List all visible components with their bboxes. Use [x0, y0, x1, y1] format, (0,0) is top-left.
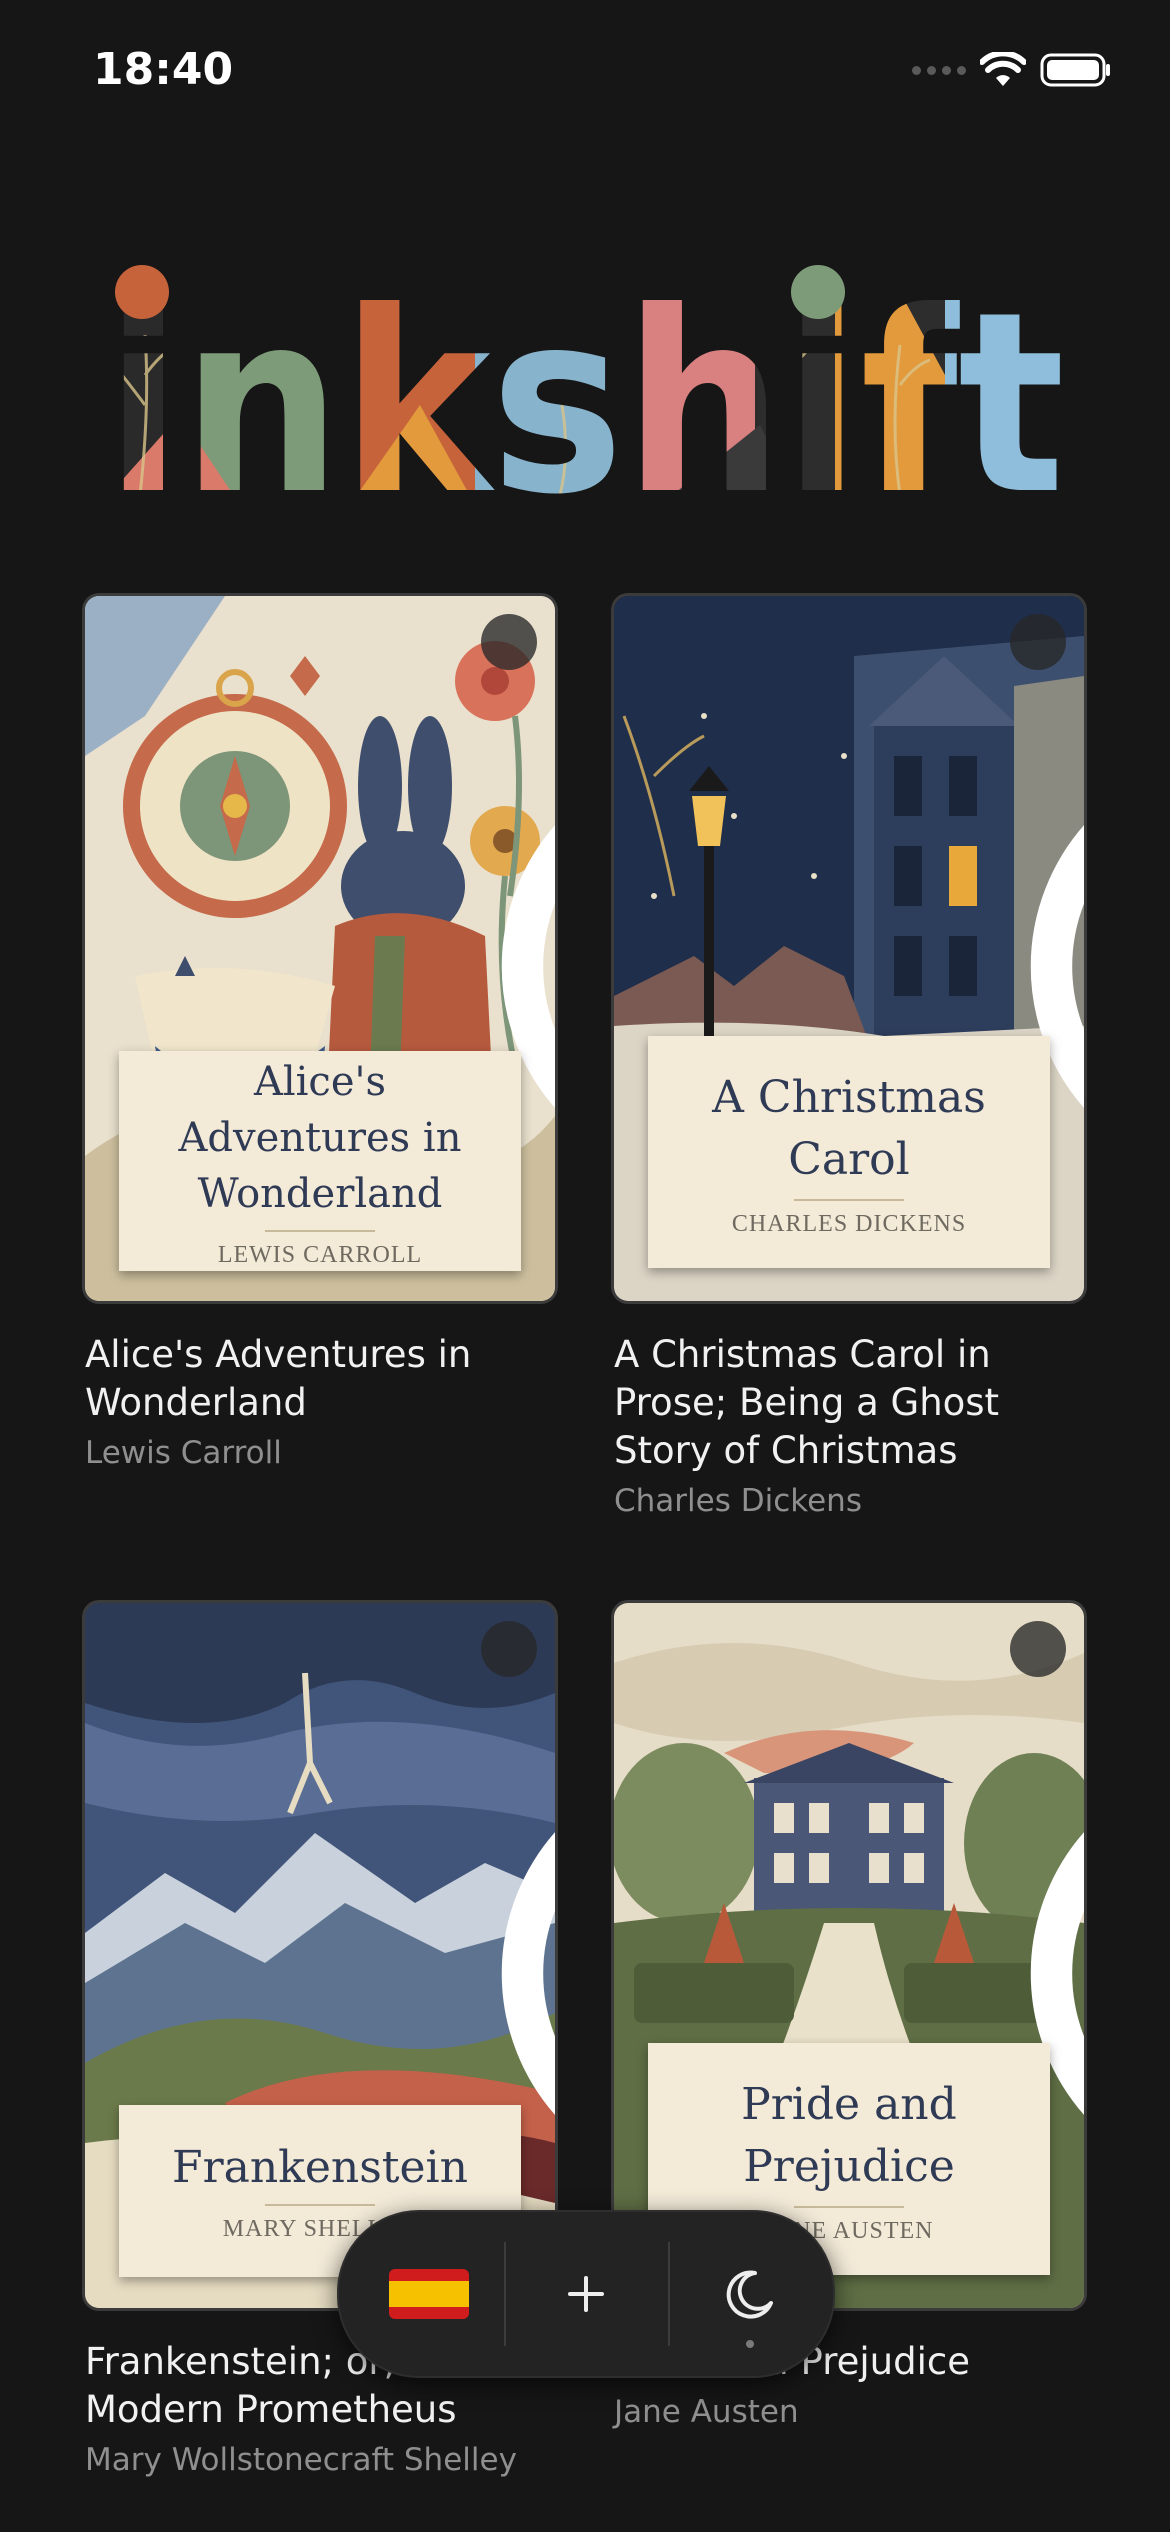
book-author: Jane Austen: [614, 2394, 799, 2430]
cellular-signal-icon: [912, 65, 966, 75]
status-bar: 18:40: [0, 0, 1170, 150]
book-author: Mary Wollstonecraft Shelley: [85, 2442, 517, 2478]
book-cover[interactable]: Frankenstein MARY SHELLEY: [85, 1603, 555, 2308]
book-author: Charles Dickens: [614, 1483, 862, 1519]
cover-title: Alice's Adventures in Wonderland: [178, 1058, 462, 1217]
book-card-alice[interactable]: Alice's Adventures in Wonderland LEWIS C…: [85, 596, 555, 1471]
wifi-icon: [980, 52, 1026, 86]
book-title: A Christmas Carol in Prose; Being a Ghos…: [614, 1333, 1000, 1472]
cover-divider: [794, 2205, 904, 2208]
book-info-button[interactable]: [1010, 1621, 1084, 2115]
book-cover[interactable]: Pride and Prejudice JANE AUSTEN: [614, 1603, 1084, 2308]
cover-title: Pride and Prejudice: [741, 2078, 957, 2192]
book-info-button[interactable]: [481, 1621, 555, 2115]
book-info-button[interactable]: [481, 614, 555, 1108]
status-time: 18:40: [93, 44, 234, 95]
cover-divider: [265, 2203, 375, 2206]
book-cover[interactable]: A Christmas Carol CHARLES DICKENS: [614, 596, 1084, 1301]
cover-title: A Christmas Carol: [712, 1071, 986, 1185]
status-icons: [912, 52, 1112, 88]
moon-icon: [726, 2270, 773, 2319]
plus-icon: [568, 2276, 604, 2312]
floating-toolbar: [337, 2210, 835, 2378]
book-info-button[interactable]: [1010, 614, 1084, 1108]
spain-flag-icon: [389, 2269, 469, 2319]
add-book-button[interactable]: [506, 2212, 666, 2376]
theme-toggle-button[interactable]: [670, 2212, 830, 2376]
active-indicator-dot: [746, 2340, 754, 2348]
app-logo: inkshift: [105, 258, 1065, 505]
book-author: Lewis Carroll: [85, 1435, 282, 1471]
cover-author: LEWIS CARROLL: [217, 1241, 423, 1268]
cover-divider: [794, 1198, 904, 1201]
book-card-christmas-carol[interactable]: A Christmas Carol CHARLES DICKENS A Chri…: [614, 596, 1084, 1519]
cover-author: CHARLES DICKENS: [731, 1210, 967, 1237]
cover-divider: [265, 1229, 375, 1232]
cover-title-plate: Alice's Adventures in Wonderland LEWIS C…: [119, 1051, 521, 1271]
battery-icon: [1040, 53, 1110, 87]
book-title: Alice's Adventures in Wonderland: [85, 1333, 472, 1424]
cover-title-plate: A Christmas Carol CHARLES DICKENS: [648, 1036, 1050, 1268]
cover-title: Frankenstein: [172, 2141, 468, 2193]
book-cover[interactable]: Alice's Adventures in Wonderland LEWIS C…: [85, 596, 555, 1301]
language-button[interactable]: [349, 2212, 509, 2376]
